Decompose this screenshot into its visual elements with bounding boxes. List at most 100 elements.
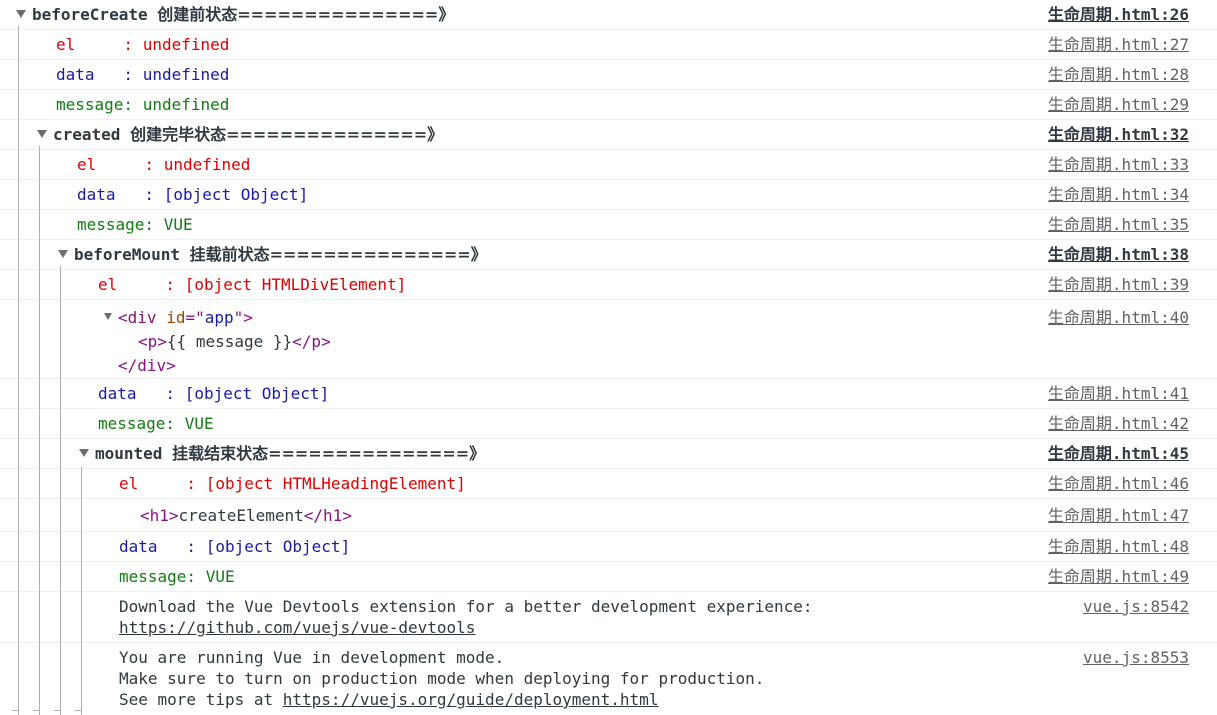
group-title-zh: 挂载前状态===============》 [189, 245, 487, 264]
source-link[interactable]: 生命周期.html:42 [1048, 413, 1217, 434]
dom-text: {{ message }} [166, 332, 293, 351]
log-row-data: data : undefined 生命周期.html:28 [0, 60, 1217, 90]
source-link[interactable]: 生命周期.html:35 [1048, 214, 1217, 235]
group-header-beforecreate[interactable]: beforeCreate 创建前状态===============》 生命周期.… [0, 0, 1217, 30]
log-row-message: message: undefined 生命周期.html:29 [0, 90, 1217, 120]
triangle-down-icon[interactable] [104, 313, 112, 320]
triangle-down-icon[interactable] [16, 9, 26, 18]
group-header-beforemount[interactable]: beforeMount 挂载前状态===============》 生命周期.h… [0, 240, 1217, 270]
log-label: data : [77, 185, 164, 204]
dom-tag: h1 [149, 506, 169, 525]
dom-attr-name: id [166, 308, 186, 327]
dom-close-line: </div> [118, 356, 176, 375]
log-value: VUE [205, 567, 235, 586]
log-value: VUE [163, 215, 193, 234]
group-guide-line [39, 146, 40, 715]
source-link[interactable]: 生命周期.html:39 [1048, 274, 1217, 295]
devmode-text-3: See more tips at [119, 690, 283, 709]
dom-attr-value: app [204, 308, 234, 327]
log-label: data : [56, 65, 143, 84]
log-label: message: [77, 215, 164, 234]
source-link[interactable]: vue.js:8553 [1083, 647, 1217, 668]
group-title: mounted [95, 444, 163, 463]
log-value: [object Object] [184, 384, 330, 403]
source-link[interactable]: 生命周期.html:45 [1048, 443, 1217, 464]
source-link[interactable]: 生命周期.html:29 [1048, 94, 1217, 115]
devmode-text-2: Make sure to turn on production mode whe… [119, 669, 765, 688]
source-link[interactable]: 生命周期.html:41 [1048, 383, 1217, 404]
log-value: [object Object] [163, 185, 309, 204]
group-guide-tick [54, 710, 60, 711]
dom-child-line: <p>{{ message }}</p> [138, 332, 331, 351]
source-link[interactable]: 生命周期.html:47 [1048, 505, 1217, 526]
group-guide-tick [75, 710, 81, 711]
log-value: undefined [163, 155, 251, 174]
source-link[interactable]: 生命周期.html:34 [1048, 184, 1217, 205]
devtools-text: Download the Vue Devtools extension for … [119, 597, 813, 616]
log-value: [object HTMLHeadingElement] [205, 474, 466, 493]
log-label: data : [98, 384, 185, 403]
devtools-console: beforeCreate 创建前状态===============》 生命周期.… [0, 0, 1217, 715]
log-value: undefined [142, 35, 230, 54]
group-title-zh: 创建完毕状态===============》 [130, 125, 444, 144]
source-link[interactable]: 生命周期.html:38 [1048, 244, 1217, 265]
dom-node-line[interactable]: <h1>createElement</h1> [140, 505, 1048, 526]
log-row-el: el : [object HTMLHeadingElement] 生命周期.ht… [0, 469, 1217, 499]
group-title: beforeMount [74, 245, 180, 264]
group-title: created [53, 125, 121, 144]
log-row-devmode: You are running Vue in development mode.… [0, 643, 1217, 715]
log-label: el : [98, 275, 185, 294]
log-row-message: message: VUE 生命周期.html:49 [0, 562, 1217, 592]
log-label: el : [77, 155, 164, 174]
source-link[interactable]: 生命周期.html:33 [1048, 154, 1217, 175]
log-value: [object Object] [205, 537, 351, 556]
group-title: beforeCreate [32, 5, 148, 24]
dom-tag: div [127, 308, 157, 327]
source-link[interactable]: 生命周期.html:27 [1048, 34, 1217, 55]
log-row-message: message: VUE 生命周期.html:35 [0, 210, 1217, 240]
log-row-message: message: VUE 生命周期.html:42 [0, 409, 1217, 439]
group-guide-line [60, 266, 61, 715]
log-row-data: data : [object Object] 生命周期.html:41 [0, 379, 1217, 409]
source-link[interactable]: 生命周期.html:48 [1048, 536, 1217, 557]
source-link[interactable]: 生命周期.html:26 [1048, 4, 1217, 25]
devtools-link[interactable]: https://github.com/vuejs/vue-devtools [119, 618, 475, 637]
log-label: message: [119, 567, 206, 586]
log-row-el: el : undefined 生命周期.html:27 [0, 30, 1217, 60]
devmode-text-1: You are running Vue in development mode. [119, 648, 505, 667]
triangle-down-icon[interactable] [58, 249, 68, 258]
group-guide-tick [33, 710, 39, 711]
log-label: el : [119, 474, 206, 493]
source-link[interactable]: 生命周期.html:46 [1048, 473, 1217, 494]
group-header-created[interactable]: created 创建完毕状态===============》 生命周期.html… [0, 120, 1217, 150]
log-row-devtools: Download the Vue Devtools extension for … [0, 592, 1217, 643]
group-header-mounted[interactable]: mounted 挂载结束状态===============》 生命周期.html… [0, 439, 1217, 469]
log-value: VUE [184, 414, 214, 433]
deployment-link[interactable]: https://vuejs.org/guide/deployment.html [283, 690, 659, 709]
log-row-data: data : [object Object] 生命周期.html:34 [0, 180, 1217, 210]
dom-node-row: <div id="app"> <p>{{ message }}</p> </div>… [0, 300, 1217, 379]
group-title-zh: 创建前状态===============》 [157, 5, 455, 24]
log-value: undefined [142, 95, 230, 114]
log-label: el : [56, 35, 143, 54]
source-link[interactable]: vue.js:8542 [1083, 596, 1217, 617]
log-value: [object HTMLDivElement] [184, 275, 407, 294]
dom-node-row: <h1>createElement</h1> 生命周期.html:47 [0, 499, 1217, 532]
group-guide-line [81, 467, 82, 715]
group-guide-tick [12, 710, 18, 711]
source-link[interactable]: 生命周期.html:32 [1048, 124, 1217, 145]
log-label: data : [119, 537, 206, 556]
triangle-down-icon[interactable] [37, 129, 47, 138]
dom-open-line[interactable]: <div id="app"> [104, 306, 1048, 330]
log-row-el: el : undefined 生命周期.html:33 [0, 150, 1217, 180]
log-label: message: [98, 414, 185, 433]
triangle-down-icon[interactable] [79, 448, 89, 457]
source-link[interactable]: 生命周期.html:28 [1048, 64, 1217, 85]
log-row-data: data : [object Object] 生命周期.html:48 [0, 532, 1217, 562]
log-label: message: [56, 95, 143, 114]
source-link[interactable]: 生命周期.html:40 [1048, 306, 1217, 330]
log-value: undefined [142, 65, 230, 84]
log-row-el: el : [object HTMLDivElement] 生命周期.html:3… [0, 270, 1217, 300]
group-title-zh: 挂载结束状态===============》 [172, 444, 486, 463]
source-link[interactable]: 生命周期.html:49 [1048, 566, 1217, 587]
